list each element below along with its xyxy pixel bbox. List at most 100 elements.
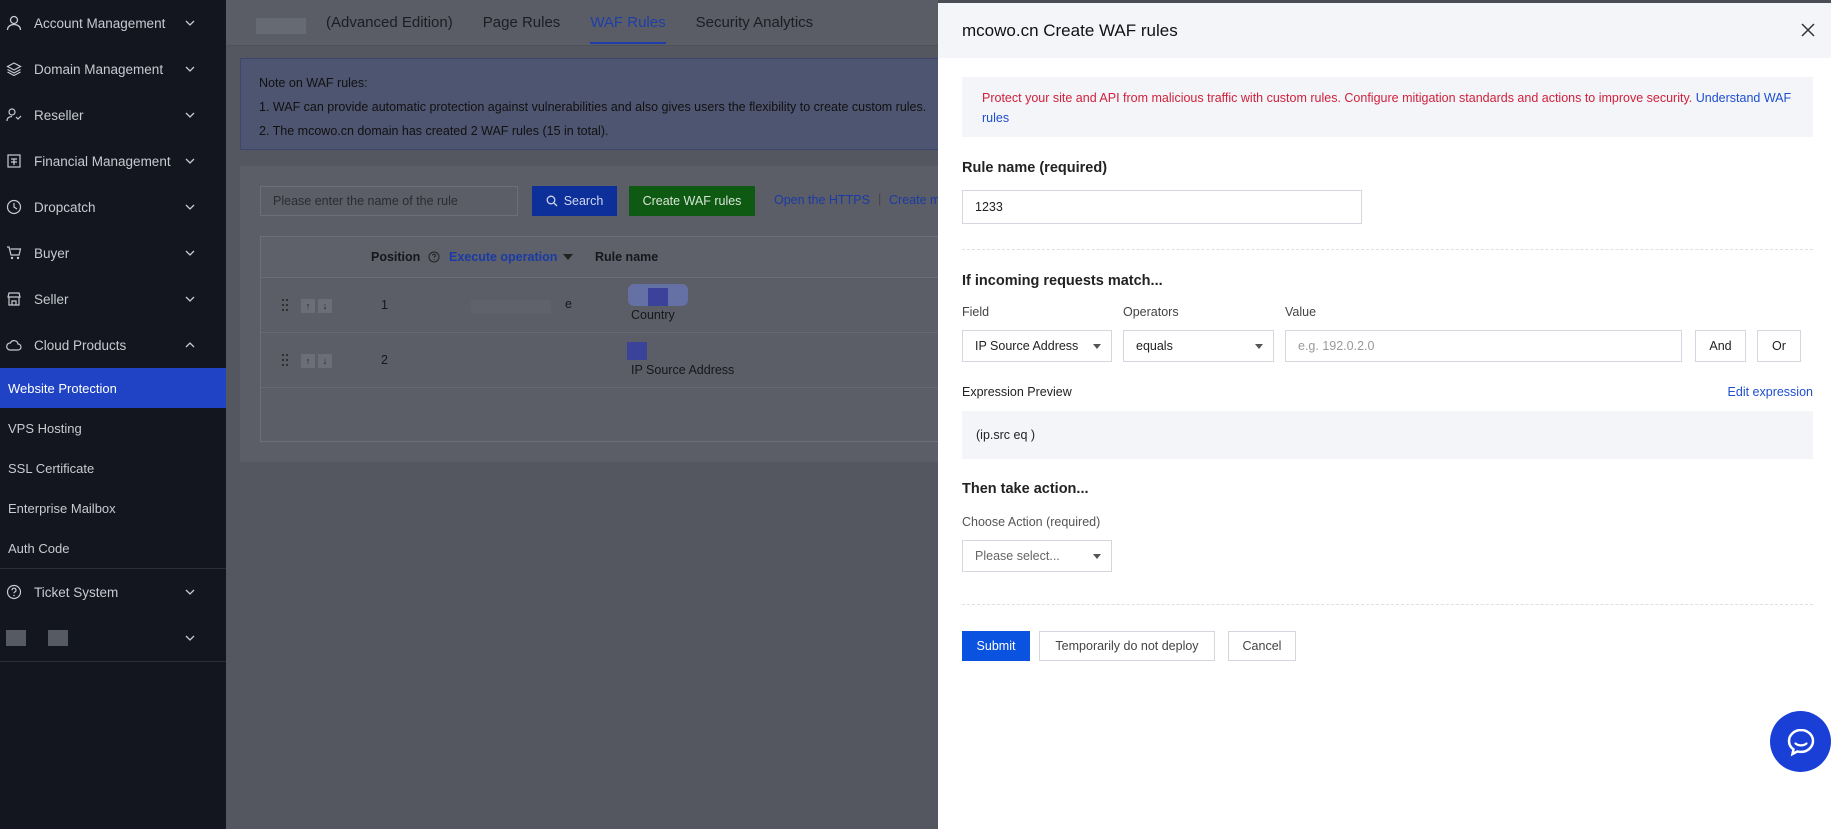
- sidebar-sub-ssl-certificate[interactable]: SSL Certificate: [0, 448, 226, 488]
- info-alert: Protect your site and API from malicious…: [962, 77, 1813, 137]
- or-button[interactable]: Or: [1757, 330, 1801, 362]
- row-position: 2: [381, 353, 388, 367]
- row-rule-name: Country: [631, 308, 675, 322]
- sidebar-item-dropcatch[interactable]: Dropcatch: [0, 184, 226, 230]
- rule-name-input[interactable]: 1233: [962, 190, 1362, 224]
- sidebar-item-label: Domain Management: [34, 61, 164, 77]
- waf-note: Note on WAF rules: 1. WAF can provide au…: [240, 58, 938, 150]
- execute-operation-tail: e: [565, 297, 572, 311]
- tab-security-analytics[interactable]: Security Analytics: [696, 0, 814, 46]
- chat-support-button[interactable]: [1770, 711, 1831, 772]
- move-down-icon[interactable]: ↓: [318, 354, 332, 368]
- drag-handle-icon[interactable]: [281, 298, 289, 312]
- cart-icon: [6, 245, 22, 261]
- expression-preview-label: Expression Preview: [962, 385, 1072, 399]
- tab-waf-rules[interactable]: WAF Rules: [590, 0, 666, 46]
- sidebar-item-domain-management[interactable]: Domain Management: [0, 46, 226, 92]
- blurred-rule-icon: [627, 342, 647, 360]
- caret-down-icon: [1093, 554, 1101, 559]
- rule-search-input[interactable]: Please enter the name of the rule: [260, 186, 518, 216]
- operators-label: Operators: [1123, 305, 1179, 319]
- create-waf-rules-button[interactable]: Create WAF rules: [629, 186, 755, 216]
- field-label: Field: [962, 305, 990, 319]
- action-select-placeholder: Please select...: [975, 549, 1060, 563]
- blurred-rule-icon: [648, 288, 668, 306]
- chevron-down-icon: [185, 158, 195, 164]
- store-icon: [6, 291, 22, 307]
- edit-expression-link[interactable]: Edit expression: [1728, 385, 1813, 399]
- reseller-icon: [6, 107, 22, 123]
- note-line: 2. The mcowo.cn domain has created 2 WAF…: [259, 124, 609, 138]
- sidebar-sub-website-protection[interactable]: Website Protection: [0, 368, 226, 408]
- sidebar-item-reseller[interactable]: Reseller: [0, 92, 226, 138]
- sidebar-sub-auth-code[interactable]: Auth Code: [0, 528, 226, 568]
- header-position-label: Position: [371, 250, 421, 264]
- sidebar-item-cloud-products[interactable]: Cloud Products: [0, 322, 226, 368]
- caret-down-icon: [1255, 344, 1263, 349]
- sidebar-sub-vps-hosting[interactable]: VPS Hosting: [0, 408, 226, 448]
- sidebar-item-label: Cloud Products: [34, 337, 127, 353]
- drawer-header: mcowo.cn Create WAF rules: [938, 3, 1831, 58]
- move-down-icon[interactable]: ↓: [318, 299, 332, 313]
- value-input[interactable]: e.g. 192.0.2.0: [1285, 330, 1682, 362]
- link-separator: |: [878, 191, 882, 206]
- do-not-deploy-button[interactable]: Temporarily do not deploy: [1039, 631, 1215, 661]
- header-rule-name: Rule name: [595, 250, 659, 264]
- close-icon[interactable]: [1799, 21, 1817, 39]
- blurred-execute-operation: [471, 300, 551, 314]
- divider: [962, 249, 1813, 250]
- chevron-down-icon: [185, 66, 195, 72]
- row-rule-name: IP Source Address: [631, 363, 735, 377]
- cancel-button[interactable]: Cancel: [1228, 631, 1296, 661]
- rule-name-title: Rule name (required): [962, 160, 1108, 176]
- sidebar-item-financial-management[interactable]: Financial Management: [0, 138, 226, 184]
- tab-advanced-edition[interactable]: (Advanced Edition): [326, 0, 453, 46]
- drag-handle-icon[interactable]: [281, 353, 289, 367]
- sidebar-item-label: Ticket System: [34, 584, 119, 600]
- sidebar-item-buyer[interactable]: Buyer: [0, 230, 226, 276]
- open-https-link[interactable]: Open the HTTPS: [774, 193, 870, 207]
- sidebar-item-blurred[interactable]: [0, 615, 226, 661]
- sidebar-item-account-management[interactable]: Account Management: [0, 0, 226, 46]
- chat-icon: [1787, 728, 1814, 756]
- sidebar-item-label: Account Management: [34, 15, 166, 31]
- move-up-icon[interactable]: ↑: [301, 299, 315, 313]
- create-more-link[interactable]: Create m: [889, 193, 938, 207]
- action-title: Then take action...: [962, 481, 1089, 497]
- blurred-tab: [256, 18, 306, 34]
- sidebar-item-seller[interactable]: Seller: [0, 276, 226, 322]
- chevron-down-icon: [185, 20, 195, 26]
- create-waf-drawer: mcowo.cn Create WAF rules Protect your s…: [938, 3, 1831, 829]
- action-select[interactable]: Please select...: [962, 540, 1112, 572]
- sidebar-item-label: Buyer: [34, 245, 70, 261]
- sidebar-item-label: Reseller: [34, 107, 84, 123]
- table-row: ↑ ↓ 2 IP Source Address: [261, 333, 938, 388]
- rules-table: Position Execute operation Rule name ↑ ↓…: [260, 236, 938, 442]
- table-header: Position Execute operation Rule name: [261, 237, 938, 278]
- sidebar-sub-enterprise-mailbox[interactable]: Enterprise Mailbox: [0, 488, 226, 528]
- action-label: Choose Action (required): [962, 515, 1101, 529]
- sidebar-item-label: Financial Management: [34, 153, 171, 169]
- tab-page-rules[interactable]: Page Rules: [483, 0, 561, 46]
- field-select[interactable]: IP Source Address: [962, 330, 1112, 362]
- sidebar: Account Management Domain Management Res…: [0, 0, 226, 829]
- move-up-icon[interactable]: ↑: [301, 354, 315, 368]
- header-execute-label: Execute operation: [449, 250, 558, 264]
- search-button[interactable]: Search: [532, 186, 617, 216]
- match-title: If incoming requests match...: [962, 273, 1163, 289]
- drawer-title: mcowo.cn Create WAF rules: [962, 20, 1178, 40]
- user-icon: [6, 15, 22, 31]
- operator-select[interactable]: equals: [1123, 330, 1274, 362]
- submit-button[interactable]: Submit: [962, 631, 1030, 661]
- chevron-down-icon: [185, 250, 195, 256]
- rules-panel: Please enter the name of the rule Search…: [240, 166, 938, 462]
- and-button[interactable]: And: [1695, 330, 1746, 362]
- alert-text: Protect your site and API from malicious…: [982, 91, 1693, 105]
- expression-preview: (ip.src eq ): [962, 411, 1813, 459]
- chevron-down-icon: [185, 635, 195, 641]
- layers-icon: [6, 61, 22, 77]
- sidebar-item-ticket-system[interactable]: Ticket System: [0, 569, 226, 615]
- header-position: Position: [371, 250, 440, 264]
- header-execute-operation[interactable]: Execute operation: [449, 250, 574, 264]
- help-icon[interactable]: [428, 251, 440, 263]
